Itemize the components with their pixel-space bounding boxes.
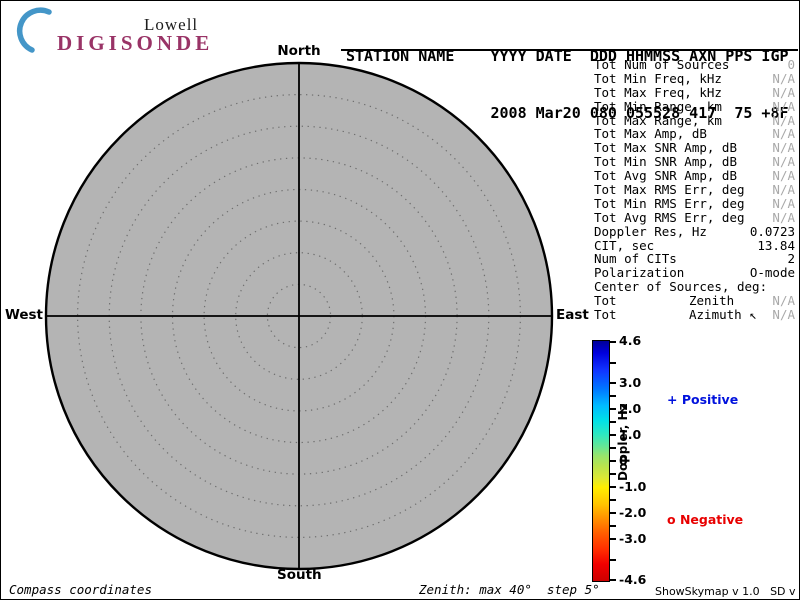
stat-label: Tot Min Range, km xyxy=(594,98,722,114)
stats-row: Tot Avg SNR Amp, dB N/A xyxy=(594,169,795,183)
compass-north-label: North xyxy=(277,43,321,59)
stat-label: Tot Min SNR Amp, dB xyxy=(594,154,737,170)
stat-value: N/A xyxy=(772,307,795,323)
stats-row: Tot Max Amp, dB N/A xyxy=(594,127,795,141)
stats-row: Tot Zenith N/A xyxy=(594,294,795,308)
skymap-plot xyxy=(44,61,554,571)
stat-value: N/A xyxy=(772,293,795,309)
stat-value: 13.84 xyxy=(757,237,795,253)
stat-label: CIT, sec xyxy=(594,237,655,253)
stat-label: Tot Max Freq, kHz xyxy=(594,84,722,100)
showskymap-window: Lowell DIGISONDE STATION NAME YYYY DATE … xyxy=(0,0,800,600)
stats-row: Tot Max Range, km N/A xyxy=(594,112,795,128)
colorbar-minor-tick xyxy=(610,362,616,364)
stat-value: N/A xyxy=(772,112,795,128)
software-version-label: ShowSkymap v 1.0 SD v 4.2 xyxy=(655,585,796,598)
stat-value: N/A xyxy=(772,154,795,170)
colorbar-tick xyxy=(610,512,616,514)
colorbar-minor-tick xyxy=(610,525,616,527)
colorbar-tick xyxy=(610,579,616,581)
stats-row: Tot Min RMS Err, deg N/A xyxy=(594,197,795,211)
stat-label: Tot xyxy=(594,293,617,309)
stats-row: CIT, sec 13.84 xyxy=(594,237,795,253)
stats-row: Tot Max Freq, kHz N/A xyxy=(594,84,795,100)
stat-value: N/A xyxy=(772,126,795,142)
colorbar-tick-label: -1.0 xyxy=(619,479,647,494)
stat-label: Num of CITs xyxy=(594,251,677,267)
stats-row: Doppler Res, Hz 0.0723 xyxy=(594,223,795,239)
stat-label: Tot xyxy=(594,307,617,323)
stat-value: N/A xyxy=(772,195,795,211)
stat-value: 2 xyxy=(787,251,795,267)
stat-value: N/A xyxy=(772,70,795,86)
coordinates-mode-label: Compass coordinates xyxy=(9,582,152,597)
stat-label: Center of Sources, deg: xyxy=(594,279,768,295)
stat-label: Tot Avg SNR Amp, dB xyxy=(594,168,737,184)
negative-doppler-legend: o Negative xyxy=(667,512,744,527)
stat-label: Tot Max SNR Amp, dB xyxy=(594,140,737,156)
stats-row: Tot Avg RMS Err, deg N/A xyxy=(594,209,795,225)
stat-label: Tot Avg RMS Err, deg xyxy=(594,209,745,225)
colorbar-minor-tick xyxy=(610,395,616,397)
doppler-colorbar xyxy=(592,340,610,582)
stat-label: Doppler Res, Hz xyxy=(594,223,707,239)
stat-value: 0 xyxy=(787,57,795,72)
stats-row: Num of CITs 2 xyxy=(594,252,795,266)
stat-value: N/A xyxy=(772,168,795,184)
stats-row: Tot Min Range, km N/A xyxy=(594,98,795,114)
colorbar-minor-tick xyxy=(610,499,616,501)
colorbar-tick-label: 3.0 xyxy=(619,375,642,390)
stat-value: N/A xyxy=(772,182,795,198)
stats-row: Tot Max SNR Amp, dB N/A xyxy=(594,141,795,155)
colorbar-minor-tick xyxy=(610,559,616,561)
stat-label: Tot Num of Sources xyxy=(594,57,730,72)
statistics-panel: Tot Num of Sources 0 Tot Min Freq, kHz N/A… xyxy=(594,58,795,322)
stat-label: Tot Max Range, km xyxy=(594,112,722,128)
stat-value: N/A xyxy=(772,140,795,156)
colorbar-tick xyxy=(610,486,616,488)
stat-sublabel: Zenith xyxy=(689,293,735,309)
colorbar-tick-label: 4.6 xyxy=(619,333,642,348)
colorbar-tick-label: -3.0 xyxy=(619,531,647,546)
colorbar-tick xyxy=(610,341,616,343)
stat-sublabel: Azimuth ↖ xyxy=(689,307,757,323)
stat-value: N/A xyxy=(772,209,795,225)
stats-row: Tot Min Freq, kHz N/A xyxy=(594,70,795,86)
stat-label: Tot Min RMS Err, deg xyxy=(594,195,745,211)
stat-label: Tot Max RMS Err, deg xyxy=(594,182,745,198)
colorbar-axis-title: Doppler, Hz xyxy=(616,403,630,481)
stats-row: Polarization O-mode xyxy=(594,266,795,280)
colorbar-tick-label: -2.0 xyxy=(619,505,647,520)
colorbar-tick xyxy=(610,382,616,384)
colorbar-tick-label: -4.6 xyxy=(619,572,647,587)
colorbar-tick xyxy=(610,538,616,540)
stat-label: Polarization xyxy=(594,265,685,281)
stat-label: Tot Min Freq, kHz xyxy=(594,70,722,86)
stat-label: Tot Max Amp, dB xyxy=(594,126,707,142)
compass-west-label: West xyxy=(4,307,43,323)
compass-south-label: South xyxy=(277,567,322,583)
stats-row: Tot Azimuth ↖ N/A xyxy=(594,308,795,322)
stat-value: N/A xyxy=(772,84,795,100)
stats-row: Tot Min SNR Amp, dB N/A xyxy=(594,155,795,169)
stats-row: Center of Sources, deg: xyxy=(594,280,795,294)
stat-value: N/A xyxy=(772,98,795,114)
stat-value: 0.0723 xyxy=(749,223,795,239)
zenith-range-label: Zenith: max 40° step 5° xyxy=(419,582,600,597)
stats-row: Tot Max RMS Err, deg N/A xyxy=(594,183,795,197)
stat-value: O-mode xyxy=(749,265,795,281)
positive-doppler-legend: + Positive xyxy=(667,392,739,407)
stats-row: Tot Num of Sources 0 xyxy=(594,58,795,72)
